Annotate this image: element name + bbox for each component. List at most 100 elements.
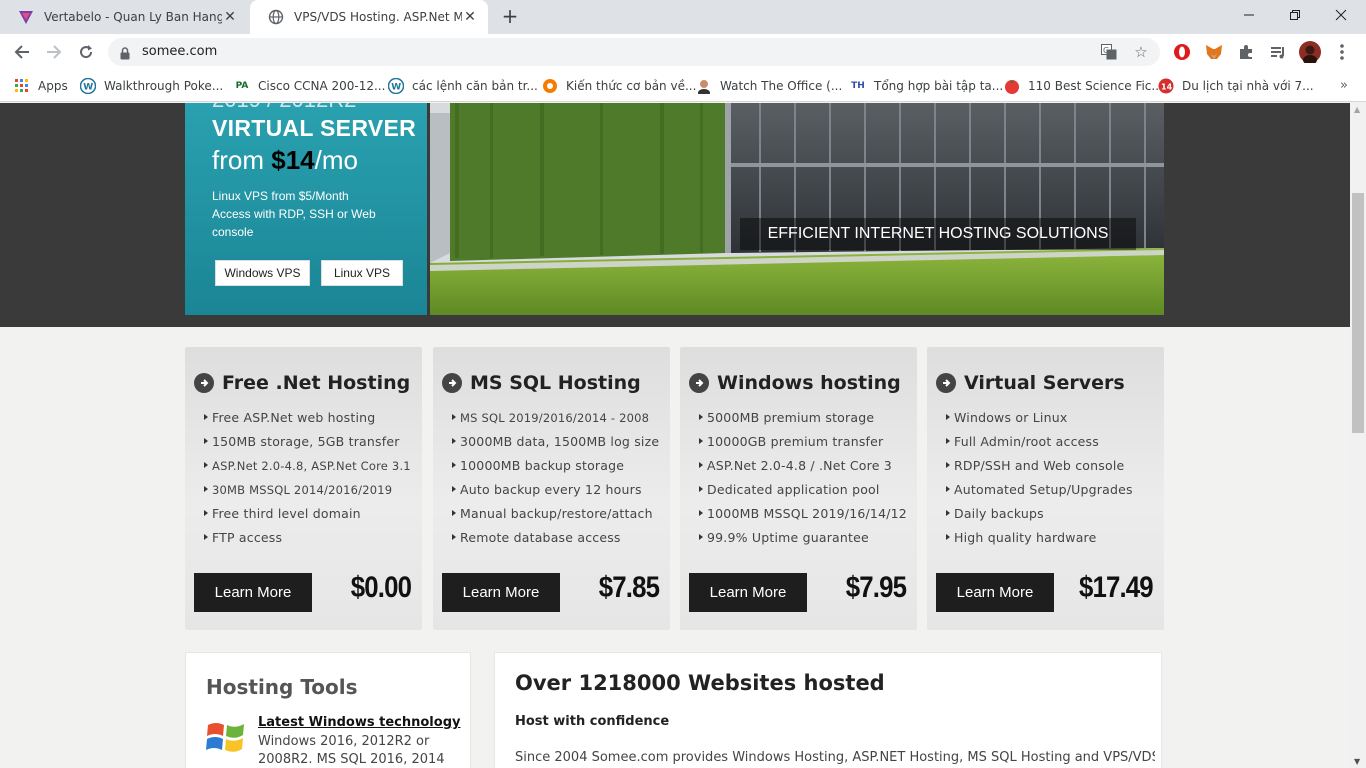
bookmark-kien-thuc[interactable]: Kiến thức cơ bản về... (542, 76, 696, 96)
translate-icon[interactable]: G (1100, 43, 1118, 61)
bookmark-du-lich[interactable]: 14 Du lịch tại nhà với 7... (1158, 76, 1314, 96)
bookmark-label: Du lịch tại nhà với 7... (1182, 79, 1314, 93)
product-header[interactable]: Free .Net Hosting (194, 372, 410, 394)
promo-desc-line: Access with RDP, SSH or Web console (212, 207, 376, 239)
feature-item: ASP.Net 2.0-4.8 / .Net Core 3 (699, 457, 907, 481)
bookmark-science-fiction[interactable]: 110 Best Science Fic... (1004, 76, 1163, 96)
close-icon[interactable]: ✕ (222, 9, 238, 25)
linux-vps-button[interactable]: Linux VPS (321, 260, 403, 286)
arrow-right-icon (442, 373, 462, 393)
hosting-tools-heading: Hosting Tools (206, 675, 358, 699)
bookmark-label: Watch The Office (... (720, 79, 843, 93)
reload-icon[interactable] (74, 40, 98, 64)
media-playlist-icon[interactable] (1267, 41, 1289, 63)
product-header[interactable]: MS SQL Hosting (442, 372, 641, 394)
close-window-icon[interactable] (1318, 0, 1364, 30)
browser-toolbar: somee.com G ☆ (0, 34, 1366, 70)
promo-heading: VIRTUAL SERVER (212, 115, 417, 141)
restore-icon[interactable] (1272, 0, 1318, 30)
tab-somee[interactable]: VPS/VDS Hosting. ASP.Net MVC I ✕ (250, 0, 488, 34)
promo-os-line: 2019 / 2012R2 (212, 103, 356, 113)
learn-more-button[interactable]: Learn More (689, 573, 807, 612)
url-text[interactable]: somee.com (142, 44, 217, 59)
promo-description: Linux VPS from $5/Month Access with RDP,… (212, 187, 412, 241)
promo-price: from $14/mo (212, 145, 358, 176)
feature-item: Remote database access (452, 529, 659, 553)
bookmark-label: Cisco CCNA 200-12... (258, 79, 386, 93)
bookmark-cac-lenh[interactable]: W các lệnh căn bản tr... (388, 76, 538, 96)
bookmark-cisco[interactable]: PA Cisco CCNA 200-12... (234, 76, 386, 96)
wordpress-icon: W (80, 78, 96, 94)
feature-item: RDP/SSH and Web console (946, 457, 1133, 481)
scrollbar-thumb[interactable] (1352, 193, 1364, 433)
scroll-up-arrow-icon[interactable]: ▲ (1354, 105, 1360, 114)
hero-banner-image (430, 103, 1164, 315)
profile-avatar[interactable] (1299, 41, 1321, 63)
learn-more-button[interactable]: Learn More (194, 573, 312, 612)
bookmark-apps[interactable]: Apps (14, 76, 68, 96)
back-arrow-icon[interactable] (10, 40, 34, 64)
product-card-windows: Windows hosting 5000MB premium storage 1… (680, 347, 917, 630)
wordpress-icon: W (388, 78, 404, 94)
arrow-right-icon (194, 373, 214, 393)
product-header[interactable]: Windows hosting (689, 372, 901, 394)
feature-item: Free third level domain (204, 505, 411, 529)
site-icon (542, 78, 558, 94)
tab-vertabelo[interactable]: Vertabelo - Quan Ly Ban Hang ✕ (0, 0, 248, 34)
feature-item: 1000MB MSSQL 2019/16/14/12 (699, 505, 907, 529)
avatar-icon (696, 78, 712, 94)
extensions-puzzle-icon[interactable] (1235, 41, 1257, 63)
minimize-icon[interactable] (1226, 0, 1272, 30)
hosted-paragraph: Since 2004 Somee.com provides Windows Ho… (515, 750, 1155, 765)
address-bar[interactable]: somee.com G ☆ (108, 38, 1160, 66)
learn-more-button[interactable]: Learn More (442, 573, 560, 612)
scroll-down-arrow-icon[interactable]: ▼ (1354, 757, 1360, 766)
svg-text:W: W (83, 83, 93, 93)
page-scrollbar[interactable]: ▲ ▼ (1350, 103, 1366, 768)
product-title: Virtual Servers (964, 372, 1125, 394)
latest-windows-link[interactable]: Latest Windows technology (258, 715, 460, 730)
bookmark-label: Apps (38, 79, 68, 93)
bookmark-tong-hop[interactable]: TH Tổng hợp bài tập ta... (850, 76, 1003, 96)
windows-logo-icon (206, 719, 246, 759)
arrow-right-icon (936, 373, 956, 393)
hero-section: 2019 / 2012R2 VIRTUAL SERVER from $14/mo… (0, 103, 1350, 327)
bookmarks-overflow-icon[interactable]: » (1340, 78, 1348, 93)
lock-icon[interactable] (120, 45, 130, 64)
product-price: $17.49 (1079, 571, 1154, 604)
close-icon[interactable]: ✕ (462, 9, 478, 25)
metamask-fox-icon[interactable] (1203, 41, 1225, 63)
feature-item: Full Admin/root access (946, 433, 1133, 457)
feature-list: Windows or Linux Full Admin/root access … (946, 409, 1133, 553)
page-viewport: 2019 / 2012R2 VIRTUAL SERVER from $14/mo… (0, 103, 1350, 768)
vertabelo-icon (18, 9, 34, 25)
opera-extension-icon[interactable] (1171, 41, 1193, 63)
product-header[interactable]: Virtual Servers (936, 372, 1125, 394)
svg-text:14: 14 (1161, 83, 1173, 92)
bookmark-watch-office[interactable]: Watch The Office (... (696, 76, 842, 96)
tomato-icon (1004, 78, 1020, 94)
product-title: MS SQL Hosting (470, 372, 641, 394)
menu-kebab-icon[interactable] (1331, 41, 1353, 63)
promo-desc-line: Linux VPS from $5/Month (212, 189, 349, 203)
windows-vps-button[interactable]: Windows VPS (215, 260, 310, 286)
news-icon: 14 (1158, 78, 1174, 94)
bookmarks-bar: Apps W Walkthrough Poke... PA Cisco CCNA… (0, 70, 1366, 102)
product-card-free-net: Free .Net Hosting Free ASP.Net web hosti… (185, 347, 422, 630)
bookmark-star-icon[interactable]: ☆ (1132, 43, 1150, 61)
hosting-tools-panel: Hosting Tools Latest Windows technology … (185, 652, 471, 768)
product-card-ms-sql: MS SQL Hosting MS SQL 2019/2016/2014 - 2… (433, 347, 670, 630)
bookmark-walkthrough[interactable]: W Walkthrough Poke... (80, 76, 223, 96)
feature-item: Dedicated application pool (699, 481, 907, 505)
feature-list: Free ASP.Net web hosting 150MB storage, … (204, 409, 411, 553)
bookmark-label: các lệnh căn bản tr... (412, 79, 538, 93)
datacenter-building-illustration (430, 103, 1164, 315)
arrow-right-icon (689, 373, 709, 393)
new-tab-button[interactable]: + (498, 5, 522, 29)
cisco-icon: PA (235, 81, 249, 91)
bookmark-label: Kiến thức cơ bản về... (566, 79, 697, 93)
bookmark-label: 110 Best Science Fic... (1028, 79, 1163, 93)
learn-more-button[interactable]: Learn More (936, 573, 1054, 612)
feature-item: ASP.Net 2.0-4.8, ASP.Net Core 3.1 (204, 457, 411, 481)
forward-arrow-icon[interactable] (42, 40, 66, 64)
